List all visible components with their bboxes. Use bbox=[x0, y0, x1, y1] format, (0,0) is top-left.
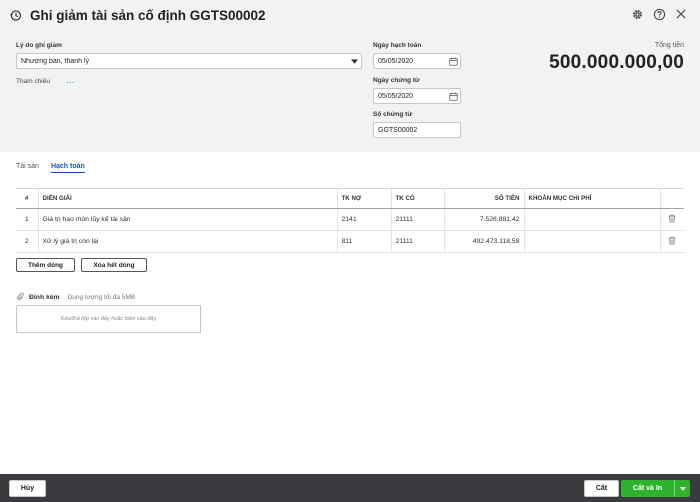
caret-down-icon bbox=[347, 58, 361, 64]
col-header-actions bbox=[659, 188, 684, 209]
row-credit-account[interactable]: 21111 bbox=[390, 230, 444, 253]
table-row[interactable]: 1 Giá trị hao mòn lũy kế tài sản 2141 21… bbox=[16, 208, 684, 231]
clear-rows-button[interactable]: Xóa hết dòng bbox=[81, 258, 147, 272]
row-index: 2 bbox=[16, 230, 38, 253]
dropzone-text: Kéo/thả tệp vào đây hoặc bấm vào đây bbox=[60, 316, 157, 322]
reason-label: Lý do ghi giảm bbox=[16, 42, 62, 49]
row-amount[interactable]: 492.473.118,58 bbox=[443, 230, 524, 253]
row-cost-item[interactable] bbox=[523, 230, 660, 253]
reference-more-link[interactable]: ... bbox=[66, 75, 75, 85]
voucher-date-label: Ngày chứng từ bbox=[373, 77, 420, 84]
attachment-limit: Dung lượng tối đa 5MB bbox=[67, 294, 136, 301]
calendar-icon[interactable] bbox=[446, 57, 460, 66]
help-icon[interactable] bbox=[652, 7, 666, 21]
calendar-icon[interactable] bbox=[446, 92, 460, 101]
page-title: Ghi giảm tài sản cố định GGTS00002 bbox=[30, 7, 266, 23]
row-description[interactable]: Giá trị hao mòn lũy kế tài sản bbox=[37, 208, 337, 231]
row-credit-account[interactable]: 21111 bbox=[390, 208, 444, 231]
close-icon[interactable] bbox=[674, 7, 688, 21]
footer-bar: Hủy Cất Cất và In bbox=[0, 474, 700, 502]
col-header-cost-item[interactable]: KHOẢN MỤC CHI PHÍ bbox=[523, 188, 660, 209]
tab-accounting[interactable]: Hạch toán bbox=[50, 163, 85, 173]
voucher-no-value: GGTS00002 bbox=[378, 126, 418, 134]
add-row-button[interactable]: Thêm dòng bbox=[16, 258, 75, 272]
row-cost-item[interactable] bbox=[523, 208, 660, 231]
reason-select-value: Nhượng bán, thanh lý bbox=[21, 57, 90, 65]
save-options-dropdown[interactable] bbox=[674, 480, 690, 497]
delete-row-button[interactable] bbox=[659, 230, 684, 253]
reference-label: Tham chiếu bbox=[16, 78, 50, 85]
gear-icon[interactable] bbox=[630, 7, 644, 21]
delete-row-button[interactable] bbox=[659, 208, 684, 231]
reason-select[interactable]: Nhượng bán, thanh lý bbox=[16, 53, 362, 69]
header-actions bbox=[630, 7, 688, 21]
trash-icon bbox=[669, 236, 676, 245]
col-header-index: # bbox=[16, 188, 38, 209]
voucher-date-field[interactable]: 05/05/2020 bbox=[373, 88, 461, 104]
save-and-print-button[interactable]: Cất và In bbox=[621, 480, 690, 497]
voucher-no-label: Số chứng từ bbox=[373, 111, 413, 118]
attachment-title: Đính kèm bbox=[29, 294, 60, 301]
total-label: Tổng tiền bbox=[654, 42, 684, 49]
posting-date-field[interactable]: 05/05/2020 bbox=[373, 53, 461, 69]
voucher-no-field[interactable]: GGTS00002 bbox=[373, 122, 461, 138]
attachment-dropzone[interactable]: Kéo/thả tệp vào đây hoặc bấm vào đây bbox=[16, 305, 201, 333]
col-header-debit-account[interactable]: TK NỢ bbox=[336, 188, 391, 209]
posting-date-label: Ngày hạch toán bbox=[373, 42, 422, 49]
cancel-button[interactable]: Hủy bbox=[9, 480, 46, 497]
row-description[interactable]: Xử lý giá trị còn lại bbox=[37, 230, 337, 253]
voucher-date-value: 05/05/2020 bbox=[378, 92, 414, 100]
tab-assets[interactable]: Tài sản bbox=[16, 163, 39, 173]
row-debit-account[interactable]: 2141 bbox=[336, 208, 391, 231]
table-header-row: # DIỄN GIẢI TK NỢ TK CÓ SỐ TIỀN KHOẢN MỤ… bbox=[16, 188, 684, 209]
tab-bar: Tài sản Hạch toán bbox=[16, 163, 85, 173]
title-row: Ghi giảm tài sản cố định GGTS00002 bbox=[8, 6, 266, 24]
attachment-header: Đính kèm Dung lượng tối đa 5MB bbox=[16, 292, 135, 303]
posting-date-value: 05/05/2020 bbox=[378, 57, 414, 65]
row-amount[interactable]: 7.526.881,42 bbox=[443, 208, 524, 231]
trash-icon bbox=[669, 214, 676, 223]
accounting-table: # DIỄN GIẢI TK NỢ TK CÓ SỐ TIỀN KHOẢN MỤ… bbox=[16, 188, 684, 253]
save-button[interactable]: Cất bbox=[584, 480, 619, 497]
save-and-print-label: Cất và In bbox=[632, 485, 663, 492]
col-header-amount[interactable]: SỐ TIỀN bbox=[443, 188, 524, 209]
form-header: Ghi giảm tài sản cố định GGTS00002 Lý do… bbox=[0, 0, 700, 152]
history-icon[interactable] bbox=[8, 8, 22, 22]
col-header-description[interactable]: DIỄN GIẢI bbox=[37, 188, 337, 209]
row-debit-account[interactable]: 811 bbox=[336, 230, 391, 253]
caret-down-icon bbox=[679, 486, 686, 491]
total-value: 500.000.000,00 bbox=[549, 52, 684, 73]
row-index: 1 bbox=[16, 208, 38, 231]
col-header-credit-account[interactable]: TK CÓ bbox=[390, 188, 444, 209]
paperclip-icon bbox=[16, 292, 25, 303]
table-row[interactable]: 2 Xử lý giá trị còn lại 811 21111 492.47… bbox=[16, 230, 684, 253]
